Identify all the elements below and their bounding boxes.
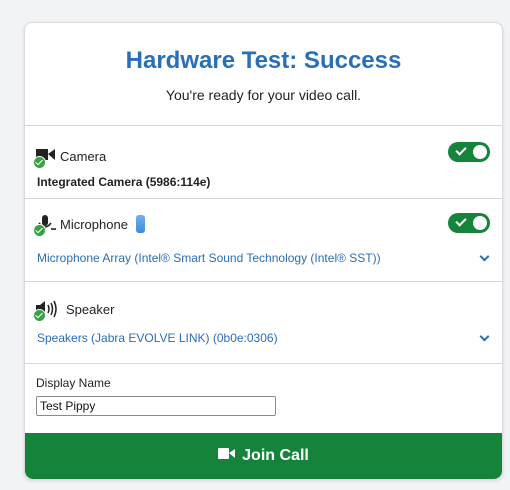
microphone-icon (33, 214, 57, 237)
join-call-label: Join Call (242, 447, 309, 464)
camera-toggle[interactable] (448, 142, 490, 162)
microphone-label: Microphone (60, 216, 128, 232)
checkmark-icon (455, 215, 467, 227)
check-icon (33, 156, 46, 169)
chevron-down-icon (479, 251, 490, 261)
microphone-device: Microphone Array (Intel® Smart Sound Tec… (37, 251, 381, 265)
checkmark-icon (455, 144, 467, 156)
header: Hardware Test: Success You're ready for … (25, 23, 502, 126)
toggle-knob (473, 216, 487, 230)
camera-device: Integrated Camera (5986:114e) (37, 175, 211, 189)
speaker-select[interactable]: Speakers (Jabra EVOLVE LINK) (0b0e:0306) (37, 331, 490, 345)
join-call-button[interactable]: Join Call (25, 433, 502, 479)
display-name-input[interactable] (36, 396, 276, 416)
video-camera-icon (33, 146, 57, 169)
check-icon (33, 224, 46, 237)
mic-level-indicator (135, 215, 145, 233)
page-title: Hardware Test: Success (125, 47, 402, 74)
display-name-label: Display Name (36, 376, 111, 390)
microphone-label-row: Microphone (33, 214, 145, 237)
speaker-icon (33, 299, 57, 322)
speaker-label-row: Speaker (33, 299, 115, 322)
camera-label-row: Camera (33, 146, 107, 169)
speaker-section: Speaker Speakers (Jabra EVOLVE LINK) (0b… (25, 282, 502, 364)
microphone-select[interactable]: Microphone Array (Intel® Smart Sound Tec… (37, 251, 490, 265)
display-name-section: Display Name (25, 364, 502, 436)
speaker-device: Speakers (Jabra EVOLVE LINK) (0b0e:0306) (37, 331, 278, 345)
video-camera-icon (218, 447, 236, 465)
subtitle: You're ready for your video call. (165, 87, 362, 103)
camera-label: Camera (60, 148, 107, 164)
check-icon (33, 309, 46, 322)
speaker-label: Speaker (66, 301, 115, 317)
microphone-toggle[interactable] (448, 213, 490, 233)
camera-section: Camera Integrated Camera (5986:114e) (25, 126, 502, 199)
microphone-section: Microphone Microphone Array (Intel® Smar… (25, 199, 502, 282)
hardware-test-card: Hardware Test: Success You're ready for … (24, 22, 503, 480)
toggle-knob (473, 145, 487, 159)
chevron-down-icon (479, 331, 490, 341)
